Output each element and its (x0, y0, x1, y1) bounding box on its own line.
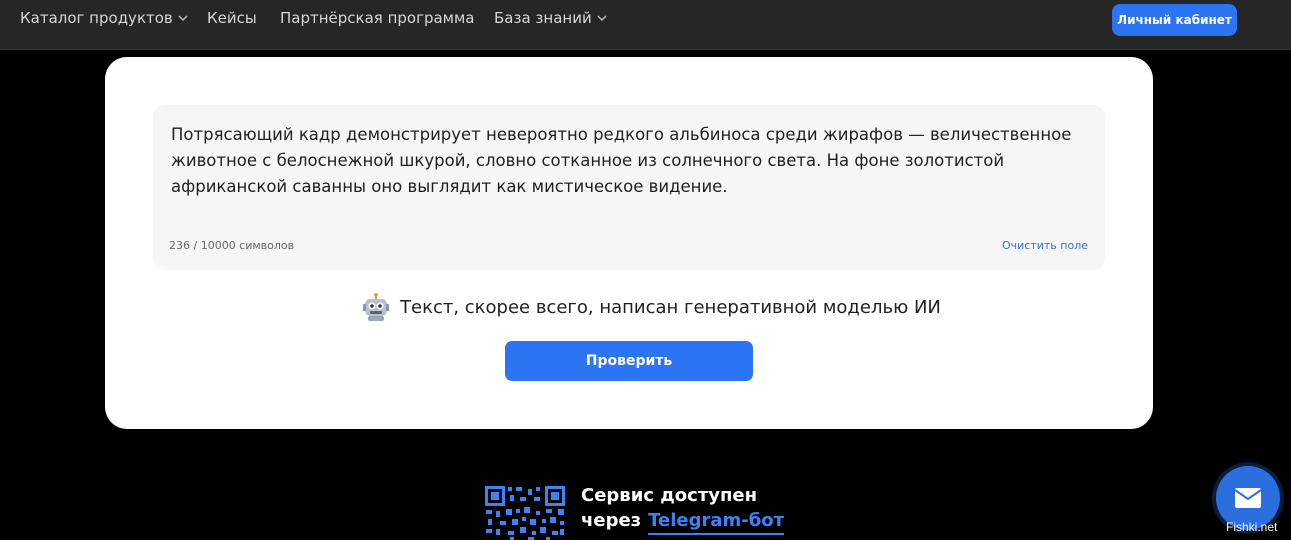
clear-field-link[interactable]: Очистить поле (1002, 239, 1088, 252)
qr-code-icon[interactable] (484, 485, 566, 540)
character-counter: 236 / 10000 символов (169, 239, 295, 252)
detection-result: Текст, скорее всего, написан генеративно… (361, 292, 941, 322)
robot-icon (363, 293, 389, 321)
nav-cases[interactable]: Кейсы (207, 9, 257, 27)
chevron-down-icon (597, 15, 607, 22)
text-input-area[interactable]: Потрясающий кадр демонстрирует невероятн… (153, 105, 1105, 270)
chevron-down-icon (178, 15, 188, 22)
checker-card: Потрясающий кадр демонстрирует невероятн… (105, 57, 1153, 429)
nav-knowledge-label: База знаний (494, 9, 592, 27)
top-navigation: Каталог продуктов Кейсы Партнёрская прог… (0, 0, 1291, 50)
input-text[interactable]: Потрясающий кадр демонстрирует невероятн… (171, 122, 1086, 200)
telegram-bot-link[interactable]: Telegram-бот (648, 510, 785, 535)
promo-subtitle: через Telegram-бот (581, 510, 785, 535)
nav-knowledge-base[interactable]: База знаний (494, 9, 608, 27)
personal-cabinet-button[interactable]: Личный кабинет (1112, 4, 1237, 36)
nav-partner-program[interactable]: Партнёрская программа (280, 9, 475, 27)
mail-icon (1234, 488, 1262, 508)
check-button[interactable]: Проверить (505, 341, 753, 381)
nav-partner-label: Партнёрская программа (280, 9, 475, 27)
promo-title: Сервис доступен (581, 485, 758, 506)
nav-cases-label: Кейсы (207, 9, 257, 27)
nav-catalog-label: Каталог продуктов (20, 9, 173, 27)
result-text: Текст, скорее всего, написан генеративно… (400, 296, 941, 318)
watermark: Fishki.net (1226, 520, 1278, 534)
nav-catalog[interactable]: Каталог продуктов (20, 9, 189, 27)
promo-prefix: через (581, 510, 642, 531)
